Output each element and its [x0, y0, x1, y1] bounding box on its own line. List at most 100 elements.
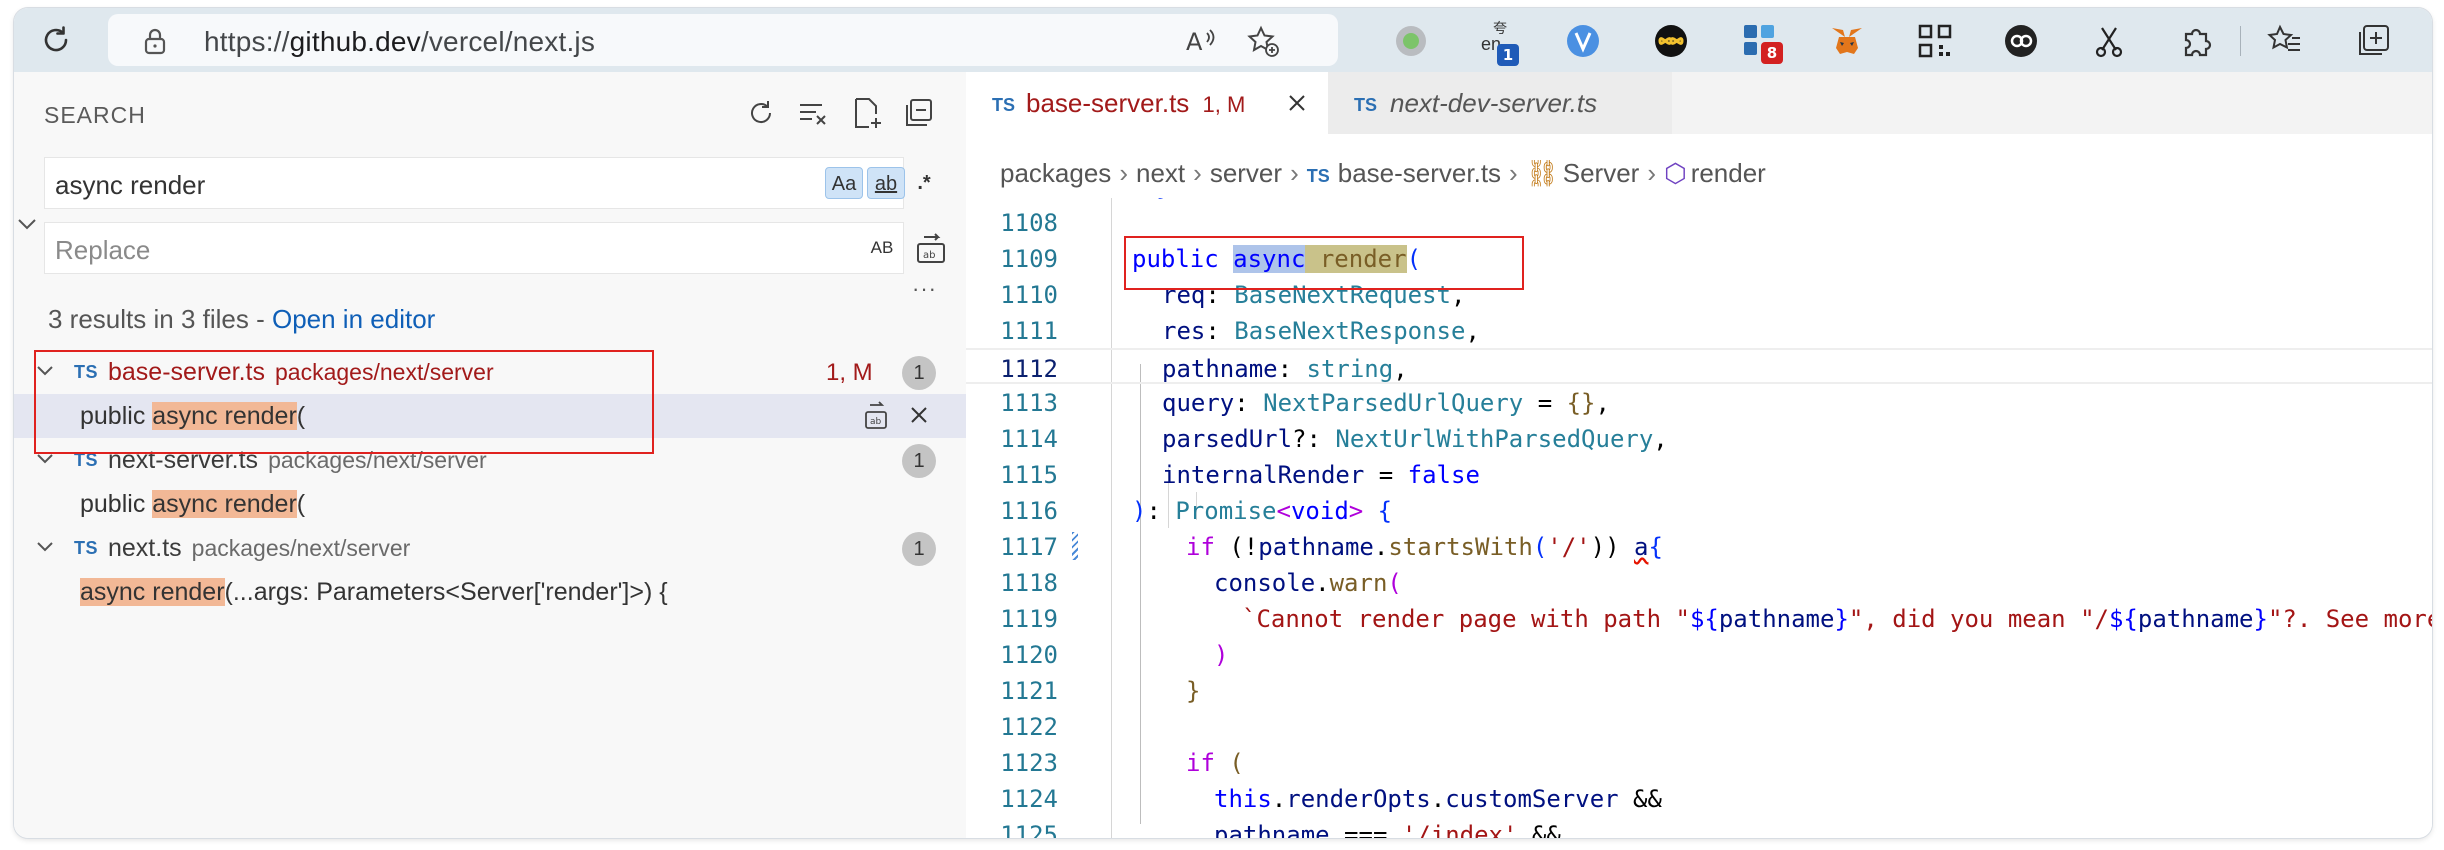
code-line: 1121}: [966, 672, 2432, 708]
match-case-toggle[interactable]: Aa: [825, 167, 863, 199]
breadcrumb-separator-icon: ›: [1290, 158, 1299, 188]
code-editor[interactable]: 1107} 1108 1109public async render( 1110…: [966, 198, 2432, 838]
refresh-icon[interactable]: [744, 96, 778, 130]
line-number: 1123: [1000, 749, 1058, 777]
replace-placeholder[interactable]: Replace: [55, 235, 150, 266]
modified-status: 1, M: [826, 359, 873, 386]
apps-extension-icon[interactable]: 8: [1741, 22, 1783, 64]
breadcrumb-item[interactable]: next: [1136, 158, 1185, 188]
breadcrumb-item[interactable]: base-server.ts: [1338, 158, 1501, 188]
annotation-highlight-box: [34, 350, 654, 454]
preserve-case-toggle[interactable]: AB: [865, 232, 899, 264]
code-text: internalRender = false: [1162, 461, 1480, 489]
favorites-icon[interactable]: [2266, 22, 2304, 60]
breadcrumb-item[interactable]: Server: [1563, 158, 1640, 188]
code-token: :: [1277, 355, 1307, 383]
chevron-down-icon[interactable]: [34, 536, 56, 563]
code-token: string: [1306, 355, 1394, 383]
tab-label: next-dev-server.ts: [1390, 88, 1598, 118]
tab-next-dev-server[interactable]: TS next-dev-server.ts: [1328, 72, 1672, 134]
translate-sup: 夸: [1493, 20, 1507, 36]
code-text: }: [1186, 677, 1200, 705]
code-line: 1116): Promise<void> {: [966, 492, 2432, 528]
breadcrumb-item[interactable]: packages: [1000, 158, 1111, 188]
code-token: if: [1186, 533, 1215, 561]
code-line: 1114 parsedUrl?: NextUrlWithParsedQuery,: [966, 420, 2432, 456]
file-name: next.ts: [108, 534, 182, 562]
match-count-badge: 1: [902, 356, 936, 390]
code-token: internalRender: [1162, 461, 1365, 489]
line-number: 1109: [1000, 245, 1058, 273]
code-line: 1125 pathname === '/index' &&: [966, 816, 2432, 838]
more-options-icon[interactable]: ···: [912, 276, 937, 302]
replace-all-icon[interactable]: ab: [914, 232, 948, 271]
line-number: 1111: [1000, 317, 1058, 345]
toggle-replace-chevron-icon[interactable]: [16, 214, 38, 239]
url-path: /vercel/next.js: [420, 26, 596, 57]
replace-match-icon[interactable]: ab: [862, 400, 892, 437]
whole-word-toggle[interactable]: ab: [867, 167, 905, 199]
record-extension-icon[interactable]: [1392, 22, 1430, 60]
code-token: :: [1234, 389, 1264, 417]
clear-results-icon[interactable]: [796, 96, 830, 130]
search-query-text[interactable]: async render: [55, 170, 205, 201]
line-number: 1121: [1000, 677, 1058, 705]
favorite-add-icon[interactable]: [1246, 24, 1280, 58]
vimium-extension-icon[interactable]: [1564, 22, 1602, 60]
new-search-editor-icon[interactable]: [850, 96, 884, 130]
code-token: customServer: [1445, 785, 1619, 813]
open-in-editor-link[interactable]: Open in editor: [272, 304, 435, 334]
code-token: ?:: [1292, 425, 1336, 453]
code-text: }: [1156, 198, 1170, 201]
translate-extension-icon[interactable]: en 夸 1: [1479, 20, 1519, 66]
search-input[interactable]: async render Aa ab .*: [44, 157, 931, 209]
code-token: .: [1430, 785, 1446, 813]
extensions-puzzle-icon[interactable]: [2178, 22, 2216, 60]
results-count-text: 3 results in 3 files -: [48, 304, 272, 334]
code-token: startsWith: [1388, 533, 1533, 561]
reload-icon[interactable]: [36, 20, 76, 60]
line-number: 1108: [1000, 209, 1058, 237]
url-text[interactable]: https://github.dev/vercel/next.js: [204, 26, 595, 58]
breadcrumb-item[interactable]: server: [1210, 158, 1282, 188]
match-text: public async render(: [80, 490, 305, 519]
line-number: 1117: [1000, 533, 1058, 561]
match-highlight: async render: [80, 578, 225, 606]
dismiss-match-icon[interactable]: [906, 402, 932, 433]
code-line: 1118 console.warn(: [966, 564, 2432, 600]
replace-input[interactable]: Replace AB: [44, 222, 904, 274]
code-text: pathname: string,: [1162, 355, 1408, 383]
code-token: )): [1590, 533, 1634, 561]
code-token: BaseNextResponse: [1234, 317, 1466, 345]
cut-icon[interactable]: [2090, 22, 2128, 60]
typescript-file-icon: TS: [74, 538, 99, 558]
privacy-extension-icon[interactable]: [2002, 22, 2040, 60]
line-number: 1114: [1000, 425, 1058, 453]
code-token: &&: [1618, 785, 1662, 813]
result-match-next[interactable]: async render(...args: Parameters<Server[…: [14, 570, 966, 614]
code-token: pathname: [1718, 605, 1835, 633]
qr-code-extension-icon[interactable]: [1916, 22, 1954, 60]
address-bar[interactable]: https://github.dev/vercel/next.js A: [108, 14, 1338, 66]
metamask-extension-icon[interactable]: [1828, 22, 1866, 60]
code-token: NextParsedUrlQuery: [1263, 389, 1524, 417]
collapse-all-icon[interactable]: [902, 96, 936, 130]
result-file-name: next.ts packages/next/server: [108, 534, 410, 563]
result-file-next[interactable]: TS next.ts packages/next/server 1: [14, 526, 966, 570]
typescript-file-icon: TS: [992, 95, 1016, 115]
code-token: .: [1271, 785, 1287, 813]
tab-base-server[interactable]: TS base-server.ts 1, M: [966, 72, 1328, 134]
code-text: `Cannot render page with path "${pathnam…: [1242, 605, 2432, 633]
regex-toggle[interactable]: .*: [909, 167, 939, 199]
code-line: 1113 query: NextParsedUrlQuery = {},: [966, 384, 2432, 420]
collections-icon[interactable]: [2354, 22, 2392, 60]
read-aloud-icon[interactable]: A: [1184, 24, 1218, 58]
code-token: >: [1348, 497, 1378, 525]
result-match-next-server[interactable]: public async render(: [14, 482, 966, 526]
close-tab-icon[interactable]: [1286, 92, 1308, 119]
svg-text:ab: ab: [923, 250, 935, 261]
code-token: query: [1162, 389, 1235, 417]
class-symbol-icon: ⛓: [1525, 158, 1559, 188]
breadcrumb-item[interactable]: render: [1691, 158, 1766, 188]
infinity-extension-icon[interactable]: [1652, 22, 1690, 60]
